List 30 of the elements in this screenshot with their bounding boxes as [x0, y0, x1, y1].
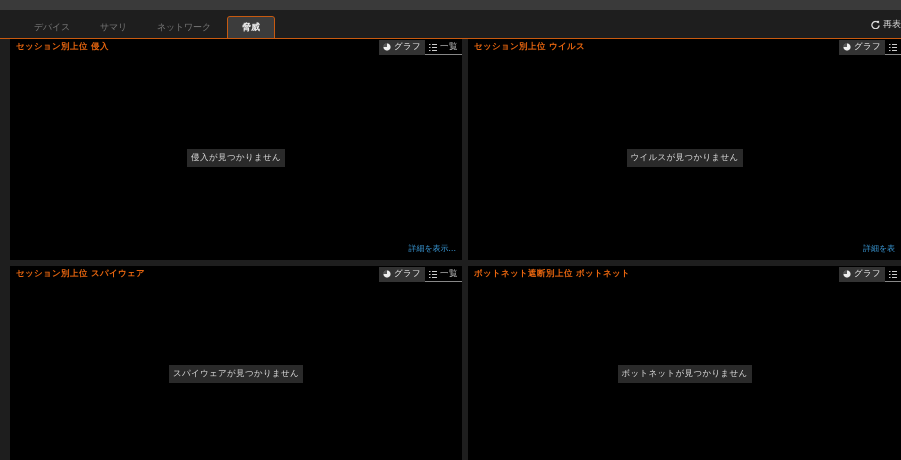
tab[interactable]: デバイス	[20, 16, 84, 38]
details-link[interactable]: 詳細を表示...	[408, 243, 456, 254]
graph-view-button[interactable]: グラフ	[839, 40, 885, 55]
refresh-icon	[871, 20, 880, 29]
tab[interactable]: 脅威	[227, 16, 275, 38]
pie-chart-icon	[383, 43, 391, 51]
panel-title: セッション別上位 スパイウェア	[16, 268, 145, 280]
tab[interactable]: サマリ	[86, 16, 141, 38]
panel-title: セッション別上位 侵入	[16, 41, 109, 53]
list-view-button[interactable]: 一覧	[425, 40, 462, 55]
empty-message: ボットネットが見つかりません	[618, 365, 752, 383]
list-icon	[889, 270, 897, 278]
list-view-button[interactable]: 一覧	[425, 267, 462, 282]
empty-message: スパイウェアが見つかりません	[169, 365, 303, 383]
empty-message: 侵入が見つかりません	[187, 148, 285, 166]
details-link[interactable]: 詳細を表	[863, 243, 895, 254]
pie-chart-icon	[843, 270, 851, 278]
panel-title: セッション別上位 ウイルス	[474, 41, 585, 53]
graph-view-button[interactable]: グラフ	[379, 40, 425, 55]
list-icon	[889, 44, 897, 50]
tab[interactable]: ネットワーク	[143, 16, 225, 38]
list-icon	[429, 270, 437, 278]
refresh-button[interactable]: 再表	[871, 18, 901, 31]
graph-view-button[interactable]: グラフ	[379, 267, 425, 282]
graph-view-button[interactable]: グラフ	[839, 267, 885, 282]
pie-chart-icon	[843, 43, 851, 51]
empty-message: ウイルスが見つかりません	[626, 148, 742, 166]
pie-chart-icon	[383, 270, 391, 278]
panel-title: ボットネット遮断別上位 ボットネット	[474, 268, 630, 280]
list-icon	[429, 44, 437, 50]
